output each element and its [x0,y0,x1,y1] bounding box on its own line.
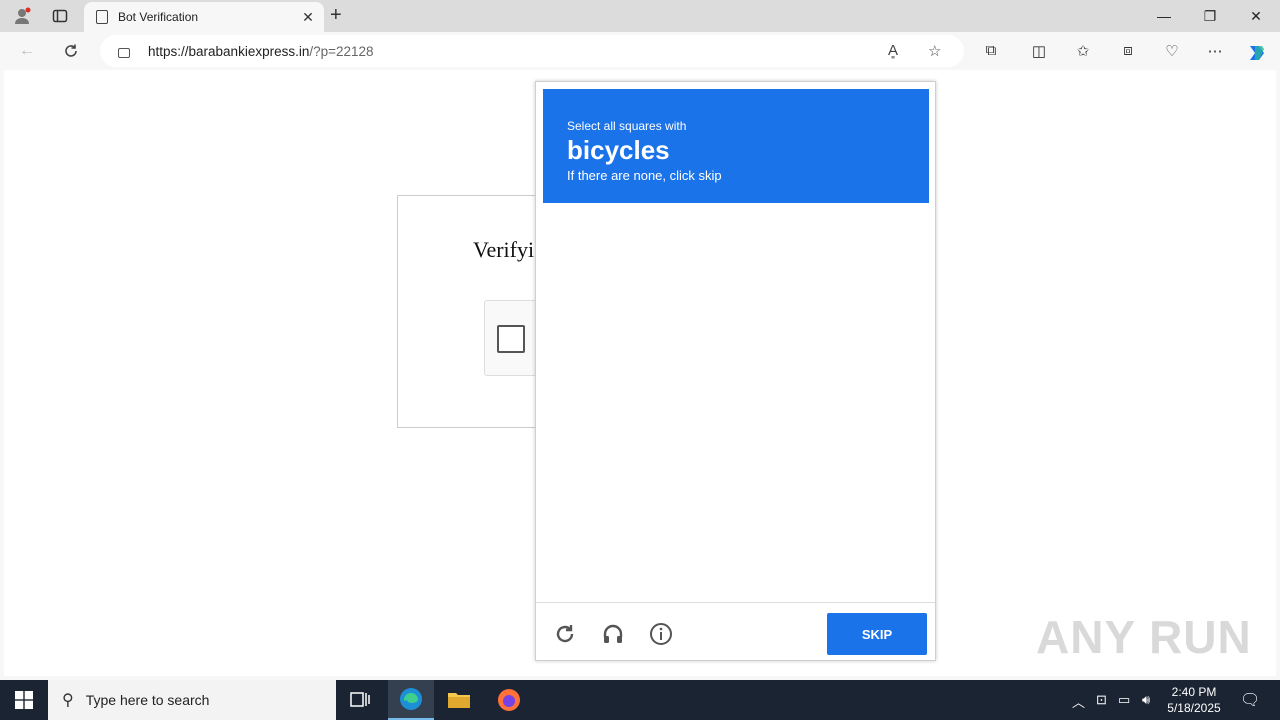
skip-button[interactable]: SKIP [827,613,927,655]
file-explorer-icon[interactable] [436,680,482,720]
tab-title: Bot Verification [118,10,199,24]
captcha-tile-4[interactable] [834,209,929,304]
notifications-icon[interactable]: 🗨︎ [1240,690,1260,710]
captcha-footer: SKIP [536,602,935,660]
document-icon [96,10,108,24]
more-options-icon[interactable]: ⋯ [1205,42,1225,62]
tab-bot-verification[interactable]: Bot Verification ✕ [84,2,324,32]
search-icon: ⚲ [62,692,74,709]
firefox-icon[interactable] [486,680,532,720]
edge-taskbar-icon[interactable] [388,680,434,720]
clock-time: 2:40 PM [1171,685,1217,699]
collections-icon[interactable]: ⧈ [1118,42,1138,62]
captcha-tile-9[interactable] [543,403,638,498]
restore-icon[interactable]: ❐ [1188,6,1232,26]
url-path: /?p=22128 [309,43,374,59]
extensions-icon[interactable]: ⧉ [981,42,1001,62]
close-window-icon[interactable]: ✕ [1234,6,1278,26]
reload-challenge-icon[interactable] [552,621,578,647]
prompt-object: bicycles [567,135,670,165]
prompt-post: If there are none, click skip [567,168,722,183]
not-robot-checkbox[interactable] [497,325,525,353]
read-aloud-icon[interactable]: A͈ [888,42,898,59]
captcha-tile-16[interactable] [834,500,929,595]
prompt-pre: Select all squares with [567,119,687,133]
refresh-icon[interactable] [60,40,82,62]
browser-essentials-icon[interactable]: ♡ [1162,42,1182,62]
copilot-icon[interactable] [1246,42,1266,62]
captcha-tile-15[interactable] [737,500,832,595]
captcha-prompt-banner: Select all squares with bicycles If ther… [543,89,929,203]
favorite-star-icon[interactable]: ☆ [928,42,941,60]
tab-actions-icon[interactable] [50,6,70,26]
captcha-tile-11[interactable] [737,403,832,498]
verification-heading: Verifyi [473,237,535,262]
back-icon[interactable]: ← [16,40,38,62]
captcha-tile-14[interactable] [640,500,735,595]
captcha-tile-12[interactable] [834,403,929,498]
url-host: https://barabankiexpress.in [148,43,310,59]
minimize-icon[interactable]: — [1142,6,1186,26]
browser-toolbar: ← https://barabankiexpress.in/?p=22128 A… [0,32,1280,70]
address-bar[interactable]: https://barabankiexpress.in/?p=22128 A͈ … [100,35,964,67]
favorites-icon[interactable]: ✩ [1073,42,1093,62]
captcha-challenge: Select all squares with bicycles If ther… [535,81,936,661]
captcha-tile-3[interactable] [737,209,832,304]
captcha-tile-13[interactable] [543,500,638,595]
taskbar-clock[interactable]: 2:40 PM 5/18/2025 [1164,684,1224,716]
captcha-tile-2[interactable] [640,209,735,304]
url-text: https://barabankiexpress.in/?p=22128 [148,44,374,59]
lock-icon[interactable] [118,48,130,58]
windows-start-icon[interactable] [0,680,48,720]
close-tab-icon[interactable]: ✕ [298,9,318,26]
tab-bar: Bot Verification ✕ + — ❐ ✕ [0,0,1280,32]
profile-icon[interactable] [12,6,32,26]
captcha-tile-grid [543,209,929,595]
captcha-tile-10[interactable] [640,403,735,498]
captcha-tile-6[interactable] [640,306,735,401]
captcha-tile-8[interactable] [834,306,929,401]
network-status-icon[interactable]: ⊡ [1096,692,1107,708]
captcha-tile-1[interactable] [543,209,638,304]
clock-date: 5/18/2025 [1167,701,1221,715]
info-icon[interactable] [648,621,674,647]
captcha-tile-7[interactable] [737,306,832,401]
audio-challenge-icon[interactable] [600,621,626,647]
captcha-tile-5[interactable] [543,306,638,401]
taskbar-search-box[interactable]: ⚲ Type here to search [48,680,336,720]
watermark-logo: ANY RUN [1036,611,1252,663]
task-view-icon[interactable] [337,680,383,720]
split-screen-icon[interactable]: ◫ [1029,42,1049,62]
taskbar: ⚲ Type here to search ︿ ⊡ ▭ 🔊︎ 2:40 PM 5… [0,680,1280,720]
tray-chevron-icon[interactable]: ︿ [1072,692,1085,711]
network-icon[interactable]: ▭ [1118,692,1130,708]
volume-icon[interactable]: 🔊︎ [1142,692,1150,708]
new-tab-icon[interactable]: + [330,4,342,27]
search-placeholder: Type here to search [85,692,210,708]
